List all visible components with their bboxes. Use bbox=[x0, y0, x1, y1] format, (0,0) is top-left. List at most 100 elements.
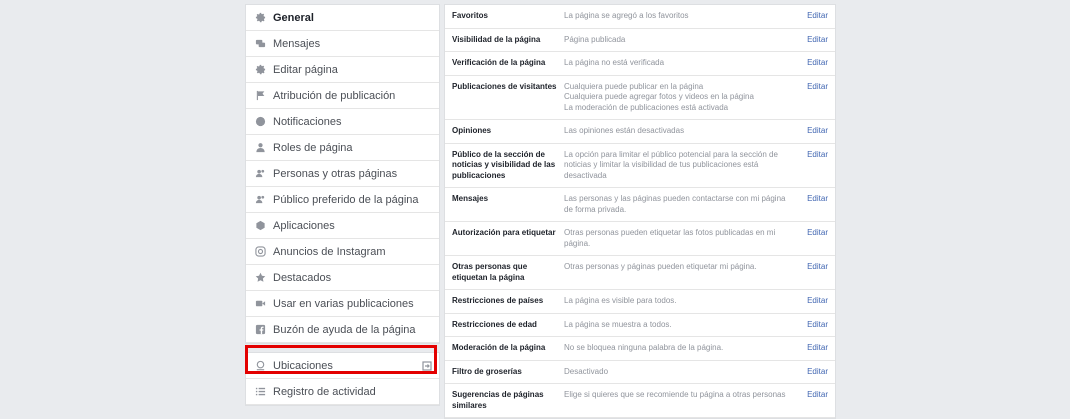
settings-sidebar: General Mensajes Editar página Atribución d… bbox=[245, 4, 440, 406]
edit-link[interactable]: Editar bbox=[796, 35, 835, 46]
cube-icon bbox=[253, 219, 267, 233]
edit-link[interactable]: Editar bbox=[796, 343, 835, 354]
sidebar-item-registro-de-actividad[interactable]: Registro de actividad bbox=[246, 379, 439, 405]
sidebar-item-label: Público preferido de la página bbox=[273, 193, 419, 206]
video-icon bbox=[253, 297, 267, 311]
setting-value: Desactivado bbox=[564, 366, 609, 376]
setting-value: Elige si quieres que se recomiende tu pá… bbox=[564, 390, 786, 399]
setting-label: Sugerencias de páginas similares bbox=[452, 390, 544, 410]
settings-panel: Favoritos La página se agregó a los favor… bbox=[444, 4, 836, 419]
sidebar-item-label: Aplicaciones bbox=[273, 219, 335, 232]
people-icon bbox=[253, 193, 267, 207]
sidebar-item-personas-y-otras-paginas[interactable]: Personas y otras páginas bbox=[246, 161, 439, 187]
sidebar-item-editar-pagina[interactable]: Editar página bbox=[246, 57, 439, 83]
setting-value: Las opiniones están desactivadas bbox=[564, 126, 685, 135]
sidebar-item-label: Atribución de publicación bbox=[273, 89, 396, 102]
setting-value: La página no está verificada bbox=[564, 58, 665, 67]
sidebar-item-label: Anuncios de Instagram bbox=[273, 245, 386, 258]
edit-link[interactable]: Editar bbox=[796, 194, 835, 215]
sidebar-item-general[interactable]: General bbox=[246, 5, 439, 31]
sidebar-item-label: Editar página bbox=[273, 63, 338, 76]
setting-row-restricciones-de-edad: Restricciones de edad La página se muestr… bbox=[445, 314, 835, 337]
sidebar-item-publico-preferido-de-la-pagina[interactable]: Público preferido de la página bbox=[246, 187, 439, 213]
setting-row-publico-de-la-seccion-de-noticias-y-visibilidad-de-las-publicaciones: Público de la sección de noticias y visi… bbox=[445, 144, 835, 188]
edit-link[interactable]: Editar bbox=[796, 390, 835, 411]
external-link-icon bbox=[422, 361, 432, 371]
edit-link[interactable]: Editar bbox=[796, 58, 835, 69]
edit-link[interactable]: Editar bbox=[796, 126, 835, 137]
setting-label: Autorización para etiquetar bbox=[452, 228, 556, 237]
sidebar-item-destacados[interactable]: Destacados bbox=[246, 265, 439, 291]
setting-row-opiniones: Opiniones Las opiniones están desactivada… bbox=[445, 120, 835, 144]
sidebar-item-anuncios-de-instagram[interactable]: Anuncios de Instagram bbox=[246, 239, 439, 265]
sidebar-item-ubicaciones[interactable]: Ubicaciones bbox=[246, 353, 439, 379]
setting-label: Visibilidad de la página bbox=[452, 34, 541, 44]
setting-value: La página se agregó a los favoritos bbox=[564, 11, 689, 20]
setting-value: La página es visible para todos. bbox=[564, 296, 677, 305]
setting-value: Otras personas pueden etiquetar las foto… bbox=[564, 228, 776, 248]
instagram-icon bbox=[253, 245, 267, 259]
sidebar-item-usar-en-varias-publicaciones[interactable]: Usar en varias publicaciones bbox=[246, 291, 439, 317]
sidebar-item-mensajes[interactable]: Mensajes bbox=[246, 31, 439, 57]
setting-row-sugerencias-de-paginas-similares: Sugerencias de páginas similares Elige si… bbox=[445, 384, 835, 418]
setting-row-otras-personas-que-etiquetan-la-pagina: Otras personas que etiquetan la página Ot… bbox=[445, 256, 835, 290]
setting-label: Restricciones de edad bbox=[452, 319, 537, 329]
setting-value: Cualquiera puede publicar en la página C… bbox=[564, 81, 754, 112]
sidebar-item-label: Roles de página bbox=[273, 141, 353, 154]
sidebar-item-label: Destacados bbox=[273, 271, 332, 284]
setting-row-verificacion-de-la-pagina: Verificación de la página La página no es… bbox=[445, 52, 835, 76]
sidebar-divider bbox=[245, 343, 440, 353]
setting-value: No se bloquea ninguna palabra de la pági… bbox=[564, 343, 724, 352]
edit-link[interactable]: Editar bbox=[796, 82, 835, 114]
setting-row-filtro-de-groserias: Filtro de groserías Desactivado Editar bbox=[445, 361, 835, 384]
setting-label: Filtro de groserías bbox=[452, 366, 522, 376]
setting-row-favoritos: Favoritos La página se agregó a los favor… bbox=[445, 5, 835, 29]
gear-icon bbox=[253, 11, 267, 25]
sidebar-item-label: Notificaciones bbox=[273, 115, 342, 128]
setting-value: Otras personas y páginas pueden etiqueta… bbox=[564, 262, 757, 271]
setting-value: Las personas y las páginas pueden contac… bbox=[564, 194, 786, 214]
edit-link[interactable]: Editar bbox=[796, 262, 835, 283]
people-icon bbox=[253, 167, 267, 181]
setting-row-moderacion-de-la-pagina: Moderación de la página No se bloquea nin… bbox=[445, 337, 835, 361]
edit-link[interactable]: Editar bbox=[796, 11, 835, 22]
setting-label: Opiniones bbox=[452, 126, 492, 135]
setting-label: Otras personas que etiquetan la página bbox=[452, 262, 528, 282]
setting-row-publicaciones-de-visitantes: Publicaciones de visitantes Cualquiera pu… bbox=[445, 76, 835, 120]
setting-value: La página se muestra a todos. bbox=[564, 319, 672, 329]
edit-link[interactable]: Editar bbox=[796, 228, 835, 249]
setting-label: Publicaciones de visitantes bbox=[452, 81, 557, 91]
setting-row-restricciones-de-paises: Restricciones de países La página es visi… bbox=[445, 290, 835, 314]
setting-row-autorizacion-para-etiquetar: Autorización para etiquetar Otras persona… bbox=[445, 222, 835, 256]
setting-label: Favoritos bbox=[452, 11, 489, 20]
flag-icon bbox=[253, 89, 267, 103]
list-icon bbox=[253, 385, 267, 399]
facebook-icon bbox=[253, 323, 267, 337]
setting-value: Página publicada bbox=[564, 34, 626, 44]
person-icon bbox=[253, 141, 267, 155]
sidebar-item-aplicaciones[interactable]: Aplicaciones bbox=[246, 213, 439, 239]
messages-icon bbox=[253, 37, 267, 51]
setting-label: Moderación de la página bbox=[452, 343, 546, 352]
sidebar-item-label: Usar en varias publicaciones bbox=[273, 297, 414, 310]
setting-row-visibilidad-de-la-pagina: Visibilidad de la página Página publicada… bbox=[445, 29, 835, 52]
sidebar-item-notificaciones[interactable]: Notificaciones bbox=[246, 109, 439, 135]
edit-link[interactable]: Editar bbox=[796, 367, 835, 378]
edit-link[interactable]: Editar bbox=[796, 150, 835, 182]
location-icon bbox=[253, 359, 267, 373]
sidebar-item-roles-de-pagina[interactable]: Roles de página bbox=[246, 135, 439, 161]
setting-label: Restricciones de países bbox=[452, 296, 544, 305]
star-icon bbox=[253, 271, 267, 285]
setting-label: Público de la sección de noticias y visi… bbox=[452, 149, 556, 180]
setting-row-mensajes: Mensajes Las personas y las páginas puede… bbox=[445, 188, 835, 222]
edit-link[interactable]: Editar bbox=[796, 320, 835, 331]
sidebar-item-atribucion-de-publicacion[interactable]: Atribución de publicación bbox=[246, 83, 439, 109]
sidebar-item-label: Ubicaciones bbox=[273, 359, 333, 372]
setting-label: Mensajes bbox=[452, 194, 489, 203]
sidebar-item-label: Personas y otras páginas bbox=[273, 167, 398, 180]
sidebar-item-label: Mensajes bbox=[273, 37, 321, 50]
sidebar-item-label: Buzón de ayuda de la página bbox=[273, 323, 416, 336]
edit-link[interactable]: Editar bbox=[796, 296, 835, 307]
setting-value: La opción para limitar el público potenc… bbox=[564, 149, 778, 180]
sidebar-item-buzon-de-ayuda-de-la-pagina[interactable]: Buzón de ayuda de la página bbox=[246, 317, 439, 343]
